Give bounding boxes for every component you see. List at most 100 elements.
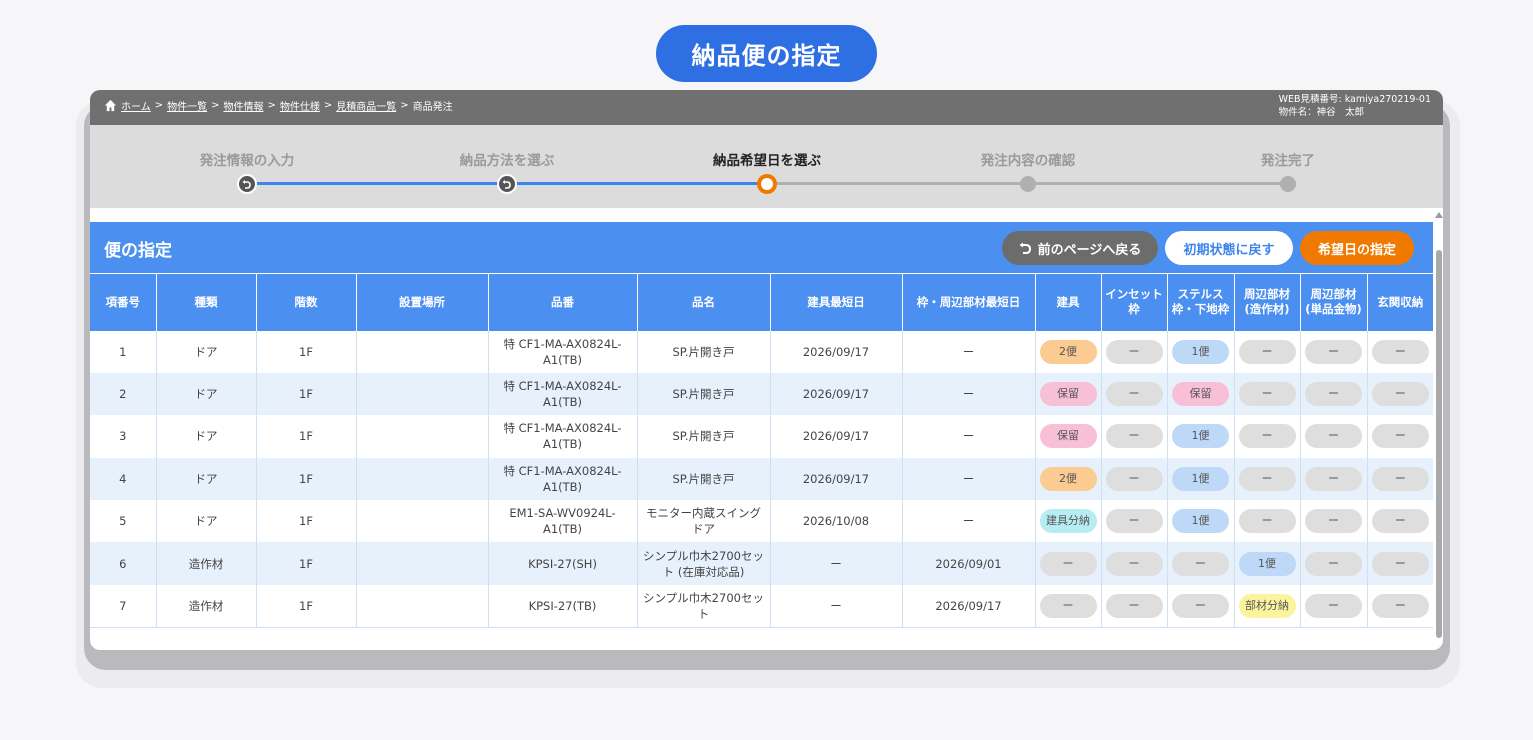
entrance-storage-shipment-pill[interactable]: ー — [1371, 466, 1429, 491]
location-cell — [356, 500, 489, 543]
entrance-storage-shipment-pill[interactable]: ー — [1371, 551, 1429, 576]
breadcrumb-property-spec[interactable]: 物件仕様 — [280, 98, 320, 113]
door-shipment-pill[interactable]: ー — [1039, 551, 1097, 576]
millwork-shipment-pill[interactable]: ー — [1238, 509, 1296, 534]
inset-frame-shipment-pill[interactable]: ー — [1105, 424, 1163, 449]
shipment-cell: ー — [1300, 372, 1368, 416]
millwork-shipment-pill[interactable]: 1便 — [1238, 551, 1296, 576]
stealth-frame-shipment-pill[interactable]: 1便 — [1172, 509, 1229, 534]
floor-cell: 1F — [256, 542, 357, 585]
table-body: 1 ドア 1F 特 CF1-MA-AX0824L-A1(TB) SP.片開き戸 2026/… — [90, 330, 1433, 628]
entrance-storage-shipment-pill[interactable]: ー — [1371, 382, 1429, 407]
column-header-line: 周辺部材 — [1310, 287, 1357, 302]
millwork-shipment-pill[interactable]: 部材分納 — [1238, 593, 1296, 618]
entrance-storage-shipment-pill[interactable]: ー — [1371, 424, 1429, 449]
inset-frame-shipment-pill[interactable]: ー — [1105, 466, 1163, 491]
prev-page-button[interactable]: 前のページへ戻る — [1002, 231, 1158, 265]
hardware-shipment-pill[interactable]: ー — [1305, 466, 1362, 491]
stealth-frame-shipment-pill[interactable]: 1便 — [1172, 424, 1229, 449]
item-number-cell: 7 — [90, 584, 157, 628]
hardware-shipment-pill[interactable]: ー — [1305, 424, 1362, 449]
stealth-frame-shipment-pill[interactable]: 1便 — [1172, 339, 1229, 364]
millwork-shipment-pill[interactable]: ー — [1238, 424, 1296, 449]
breadcrumb-property-info[interactable]: 物件情報 — [223, 98, 263, 113]
inset-frame-shipment-pill[interactable]: ー — [1105, 551, 1163, 576]
door-shipment-pill[interactable]: 保留 — [1039, 382, 1097, 407]
breadcrumb-property-list[interactable]: 物件一覧 — [167, 98, 207, 113]
column-header-line: 設置場所 — [399, 294, 445, 309]
table-row: 3 ドア 1F 特 CF1-MA-AX0824L-A1(TB) SP.片開き戸 2026/… — [90, 415, 1433, 458]
inset-frame-shipment-pill[interactable]: ー — [1105, 593, 1163, 618]
hardware-shipment-pill[interactable]: ー — [1305, 593, 1362, 618]
column-header: 品番 — [488, 273, 638, 331]
column-header: 玄関収納 — [1367, 273, 1433, 331]
set-date-button[interactable]: 希望日の指定 — [1300, 231, 1414, 265]
inset-frame-shipment-pill[interactable]: ー — [1105, 509, 1163, 534]
door-shipment-pill[interactable]: ー — [1039, 593, 1097, 618]
hardware-shipment-pill[interactable]: ー — [1305, 509, 1362, 534]
door-earliest-date-cell: 2026/09/17 — [770, 372, 903, 416]
table-row: 6 造作材 1F KPSI-27(SH) シンプル巾木2700セット (在庫対応品) ー 2… — [90, 542, 1433, 585]
door-earliest-date-cell: 2026/10/08 — [770, 500, 903, 543]
table-row: 1 ドア 1F 特 CF1-MA-AX0824L-A1(TB) SP.片開き戸 2026/… — [90, 330, 1433, 373]
column-header: 設置場所 — [356, 273, 489, 331]
door-earliest-date-cell: 2026/09/17 — [770, 415, 903, 458]
column-header-line: 建具 — [1056, 294, 1080, 309]
location-cell — [356, 542, 489, 585]
hardware-shipment-pill[interactable]: ー — [1305, 382, 1362, 407]
shipment-cell: 部材分納 — [1234, 584, 1301, 628]
table-row: 2 ドア 1F 特 CF1-MA-AX0824L-A1(TB) SP.片開き戸 2026/… — [90, 372, 1433, 416]
inset-frame-shipment-pill[interactable]: ー — [1105, 339, 1163, 364]
floor-cell: 1F — [256, 415, 357, 458]
step-1-undo-icon[interactable] — [237, 174, 257, 194]
step-2-undo-icon[interactable] — [497, 174, 517, 194]
shipment-cell: ー — [1367, 500, 1433, 543]
breadcrumb-separator: > — [400, 100, 409, 111]
stealth-frame-shipment-pill[interactable]: 保留 — [1172, 382, 1229, 407]
type-cell: 造作材 — [156, 584, 257, 628]
vertical-scrollbar[interactable] — [1435, 212, 1443, 642]
door-shipment-pill[interactable]: 保留 — [1039, 424, 1097, 449]
step-3-label: 納品希望日を選ぶ — [713, 153, 821, 169]
scroll-up-arrow-icon[interactable] — [1435, 212, 1443, 218]
scroll-thumb[interactable] — [1436, 250, 1442, 638]
door-shipment-pill[interactable]: 2便 — [1039, 466, 1097, 491]
reset-button[interactable]: 初期状態に戻す — [1165, 231, 1293, 265]
part-number-cell: 特 CF1-MA-AX0824L-A1(TB) — [488, 415, 638, 458]
back-arrow-icon — [1019, 242, 1031, 254]
millwork-shipment-pill[interactable]: ー — [1238, 339, 1296, 364]
type-cell: ドア — [156, 415, 257, 458]
column-header: 周辺部材 (単品金物) — [1300, 273, 1368, 331]
entrance-storage-shipment-pill[interactable]: ー — [1371, 509, 1429, 534]
inset-frame-shipment-pill[interactable]: ー — [1105, 382, 1163, 407]
shipment-cell: 2便 — [1035, 330, 1102, 373]
breadcrumb-estimate-list[interactable]: 見積商品一覧 — [336, 98, 396, 113]
door-shipment-pill[interactable]: 建具分納 — [1039, 509, 1097, 534]
location-cell — [356, 584, 489, 628]
breadcrumb: ホーム > 物件一覧 > 物件情報 > 物件仕様 > 見積商品一覧 > 商品発注 — [104, 98, 453, 113]
door-shipment-pill[interactable]: 2便 — [1039, 339, 1097, 364]
hardware-shipment-pill[interactable]: ー — [1305, 551, 1362, 576]
entrance-storage-shipment-pill[interactable]: ー — [1371, 339, 1429, 364]
breadcrumb-home[interactable]: ホーム — [121, 98, 151, 113]
shipment-cell: ー — [1167, 584, 1235, 628]
item-number-cell: 1 — [90, 330, 157, 373]
shipment-cell: 1便 — [1234, 542, 1301, 585]
stealth-frame-shipment-pill[interactable]: ー — [1172, 551, 1229, 576]
column-header-line: 枠・下地枠 — [1171, 302, 1230, 317]
shipment-cell: ー — [1101, 372, 1168, 416]
column-header: 建具最短日 — [770, 273, 903, 331]
column-header-line: 品名 — [692, 294, 715, 309]
millwork-shipment-pill[interactable]: ー — [1238, 466, 1296, 491]
hardware-shipment-pill[interactable]: ー — [1305, 339, 1362, 364]
item-number-cell: 2 — [90, 372, 157, 416]
entrance-storage-shipment-pill[interactable]: ー — [1371, 593, 1429, 618]
stealth-frame-shipment-pill[interactable]: ー — [1172, 593, 1229, 618]
stealth-frame-shipment-pill[interactable]: 1便 — [1172, 466, 1229, 491]
type-cell: 造作材 — [156, 542, 257, 585]
floor-cell: 1F — [256, 584, 357, 628]
column-header-line: 階数 — [294, 294, 318, 309]
column-header-line: (造作材) — [1244, 302, 1290, 317]
millwork-shipment-pill[interactable]: ー — [1238, 382, 1296, 407]
part-number-cell: 特 CF1-MA-AX0824L-A1(TB) — [488, 372, 638, 416]
